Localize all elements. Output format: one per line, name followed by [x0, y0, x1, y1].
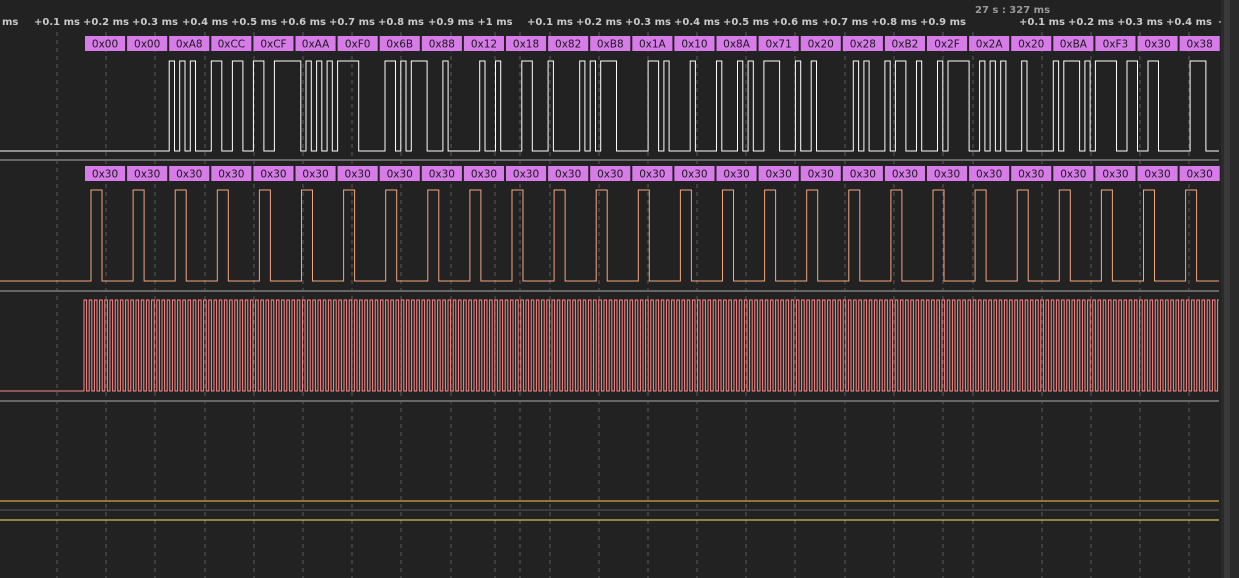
ruler-tick-label: +0.2 ms	[83, 17, 129, 28]
frame-label: 0xA8	[176, 39, 203, 51]
frame-label: 0x30	[302, 169, 328, 181]
frame-label: 0x30	[639, 169, 665, 181]
frame-label: 0x00	[92, 39, 118, 51]
frame-label: 0x30	[1060, 169, 1086, 181]
frame-label: 0x2F	[934, 39, 960, 51]
ruler-tick-label: +0.2 ms	[576, 17, 622, 28]
waveform-canvas[interactable]: ms 27 s : 327 ms +0.1 ms +0.2 ms +0.3 ms +0…	[0, 0, 1239, 578]
frame-label: 0x00	[134, 39, 160, 51]
frame-label: 0x30	[976, 169, 1002, 181]
ruler-tick-label: +0.6 ms	[280, 17, 326, 28]
frame-label: 0x30	[92, 169, 118, 181]
frame-label: 0x30	[345, 169, 371, 181]
ruler-tick-label: +0.5 ms	[231, 17, 277, 28]
ruler-tick-label: +0.9 ms	[920, 17, 966, 28]
frame-label: 0x28	[850, 39, 876, 51]
ruler-tick-label: +0.8 ms	[871, 17, 917, 28]
ruler-tick-label: +0.1 ms	[34, 17, 80, 28]
frame-label: 0x71	[766, 39, 792, 51]
frame-label: 0x30	[1018, 169, 1044, 181]
ruler-tick-label: +0.1 ms	[527, 17, 573, 28]
ruler-tick-label: +0.8 ms	[378, 17, 424, 28]
decoded-frames-row: 0x30 0x30 0x30 0x30 0x30 0x30 0x30 0x30 0x30 0x30…	[85, 166, 1220, 181]
frame-label: 0xCF	[260, 39, 286, 51]
frame-label: 0x30	[892, 169, 918, 181]
frame-label: 0x30	[387, 169, 413, 181]
ruler-tick-label: +0.5 ms	[723, 17, 769, 28]
frame-label: 0x20	[808, 39, 834, 51]
ruler-tick-label: +0.3 ms	[1117, 17, 1163, 28]
frame-label: 0x88	[429, 39, 455, 51]
frame-label: 0x38	[1187, 39, 1213, 51]
frame-label: 0x10	[681, 39, 707, 51]
frame-label: 0x30	[1187, 169, 1213, 181]
ruler-tick-label: +0.2 ms	[1068, 17, 1114, 28]
frame-label: 0x30	[260, 169, 286, 181]
frame-label: 0x6B	[386, 39, 413, 51]
frame-label: 0x30	[723, 169, 749, 181]
frame-label: 0x2A	[976, 39, 1004, 51]
frame-label: 0xB8	[597, 39, 624, 51]
frame-label: 0x30	[134, 169, 160, 181]
ruler-tick-label: +0.7 ms	[329, 17, 375, 28]
frame-label: 0x1A	[639, 39, 667, 51]
ruler-corner-label: ms	[2, 17, 18, 28]
scrollbar-thumb[interactable]	[1224, 0, 1230, 578]
frame-label: 0x8A	[723, 39, 751, 51]
ruler-tick-label: +0.4 ms	[1166, 17, 1212, 28]
frame-label: 0x30	[766, 169, 792, 181]
frame-label: 0x30	[1144, 39, 1170, 51]
frame-label: 0x30	[808, 169, 834, 181]
ruler-tick-label: +0.4 ms	[182, 17, 228, 28]
ruler-ticks: +0.1 ms +0.2 ms +0.3 ms +0.4 ms +0.5 ms +0.6 …	[34, 17, 1226, 28]
frame-label: 0x30	[934, 169, 960, 181]
frame-label: 0x30	[1144, 169, 1170, 181]
ruler-absolute-time: 27 s : 327 ms	[975, 5, 1050, 16]
frame-label: 0x18	[513, 39, 539, 51]
ruler-tick-label: +0.7 ms	[822, 17, 868, 28]
frame-label: 0x30	[176, 169, 202, 181]
frame-label: 0xB2	[892, 39, 919, 51]
frame-label: 0x30	[471, 169, 497, 181]
frame-label: 0xCC	[218, 39, 246, 51]
frame-label: 0x12	[471, 39, 497, 51]
frame-label: 0x30	[1102, 169, 1128, 181]
frame-label: 0xBA	[1060, 39, 1088, 51]
frame-label: 0x30	[555, 169, 581, 181]
ruler-tick-label: +0.3 ms	[132, 17, 178, 28]
frame-label: 0x30	[681, 169, 707, 181]
decoded-frames-row: 0x00 0x00 0xA8 0xCC 0xCF 0xAA 0xF0 0x6B 0x88 0x12…	[85, 36, 1220, 51]
frame-label: 0xF0	[345, 39, 371, 51]
ruler-tick-label: +0.9 ms	[428, 17, 474, 28]
ruler-tick-label: +0.3 ms	[625, 17, 671, 28]
ruler-tick-label: +0.4 ms	[674, 17, 720, 28]
frame-label: 0x30	[429, 169, 455, 181]
frame-label: 0x30	[850, 169, 876, 181]
frame-label: 0xAA	[302, 39, 330, 51]
frame-label: 0xF3	[1103, 39, 1129, 51]
frame-label: 0x30	[597, 169, 623, 181]
ruler-tick-label: +0.6 ms	[772, 17, 818, 28]
ruler-tick-label: +1 ms	[477, 17, 512, 28]
ruler-tick-label: +0.1 ms	[1019, 17, 1065, 28]
frame-label: 0x20	[1018, 39, 1044, 51]
frame-label: 0x30	[218, 169, 244, 181]
frame-label: 0x82	[555, 39, 581, 51]
frame-label: 0x30	[513, 169, 539, 181]
